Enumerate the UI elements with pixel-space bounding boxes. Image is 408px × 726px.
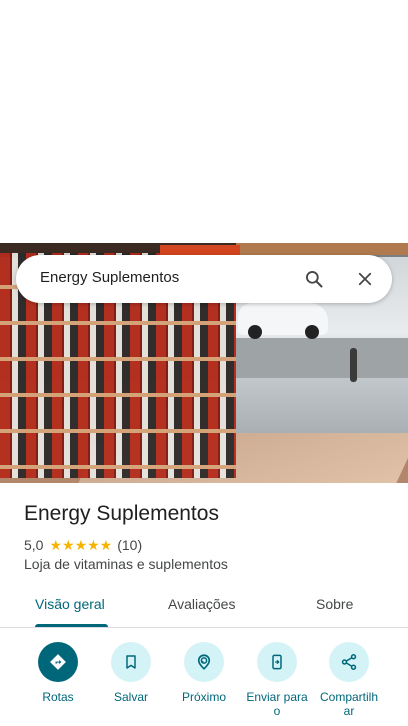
search-icon[interactable] [300, 265, 328, 293]
directions-button[interactable]: Rotas [18, 642, 98, 704]
photo-car-wheel [248, 325, 262, 339]
tab-reviews[interactable]: Avaliações [168, 596, 235, 612]
send-to-phone-label: Enviar para o [246, 690, 308, 718]
send-to-phone-button[interactable]: Enviar para o [237, 642, 317, 718]
directions-label: Rotas [42, 690, 74, 704]
map-area-blank [0, 0, 408, 243]
share-label: Compartilhar [319, 690, 379, 718]
share-icon [329, 642, 369, 682]
directions-icon [38, 642, 78, 682]
share-button[interactable]: Compartilhar [309, 642, 389, 718]
save-label: Salvar [113, 690, 148, 704]
bookmark-icon [111, 642, 151, 682]
tab-bar: Visão geral Avaliações Sobre [0, 588, 408, 628]
tab-about[interactable]: Sobre [316, 596, 353, 612]
nearby-label: Próximo [181, 690, 226, 704]
send-to-phone-icon [257, 642, 297, 682]
photo-sign [236, 243, 408, 255]
close-icon[interactable] [351, 265, 379, 293]
nearby-icon [184, 642, 224, 682]
tab-active-indicator [35, 624, 108, 627]
photo-street [236, 338, 408, 378]
photo-car-wheel [305, 325, 319, 339]
photo-bollard [350, 348, 357, 382]
rating-stars-icon: ★★★★★ [49, 536, 113, 553]
search-bar[interactable]: Energy Suplementos [16, 255, 392, 303]
save-button[interactable]: Salvar [91, 642, 171, 704]
nearby-button[interactable]: Próximo [164, 642, 244, 704]
rating-row[interactable]: 5,0 ★★★★★ (10) [24, 536, 142, 554]
place-title: Energy Suplementos [24, 502, 219, 525]
tab-overview[interactable]: Visão geral [35, 596, 105, 612]
rating-value: 5,0 [24, 537, 44, 553]
place-category: Loja de vitaminas e suplementos [24, 556, 228, 572]
search-query[interactable]: Energy Suplementos [40, 269, 179, 286]
review-count[interactable]: (10) [117, 537, 142, 553]
photo-sign-bar [160, 245, 240, 255]
